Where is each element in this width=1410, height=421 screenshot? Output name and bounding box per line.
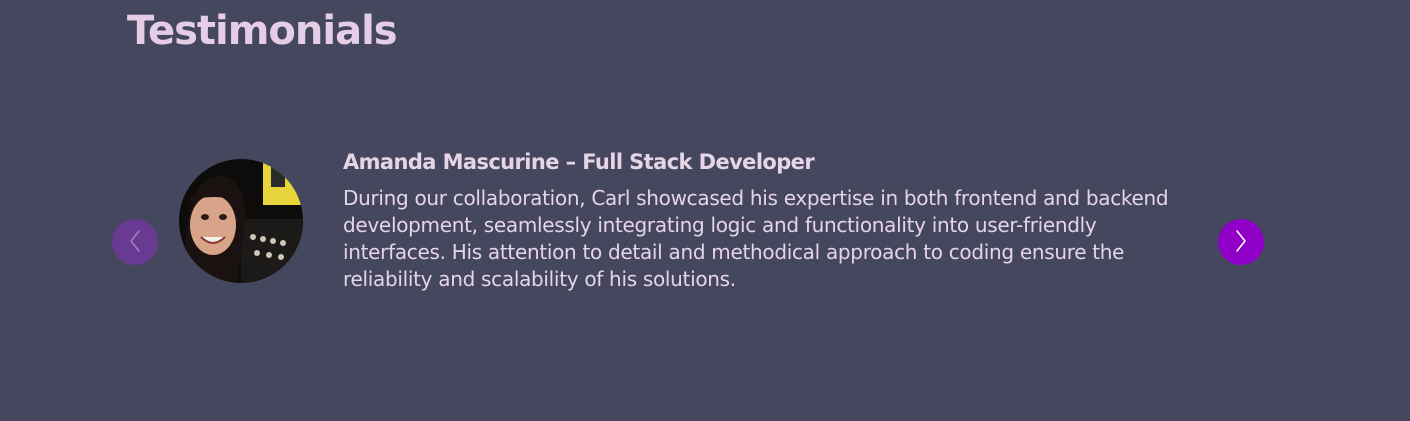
testimonial-author: Amanda Mascurine – Full Stack Developer: [343, 150, 815, 174]
carousel-next-button[interactable]: [1218, 219, 1264, 265]
testimonial-text: During our collaboration, Carl showcased…: [343, 186, 1169, 291]
testimonial-avatar: [179, 159, 303, 283]
chevron-left-icon: [128, 229, 142, 256]
chevron-right-icon: [1234, 229, 1248, 256]
section-title: Testimonials: [127, 8, 398, 54]
carousel-prev-button[interactable]: [112, 219, 158, 265]
